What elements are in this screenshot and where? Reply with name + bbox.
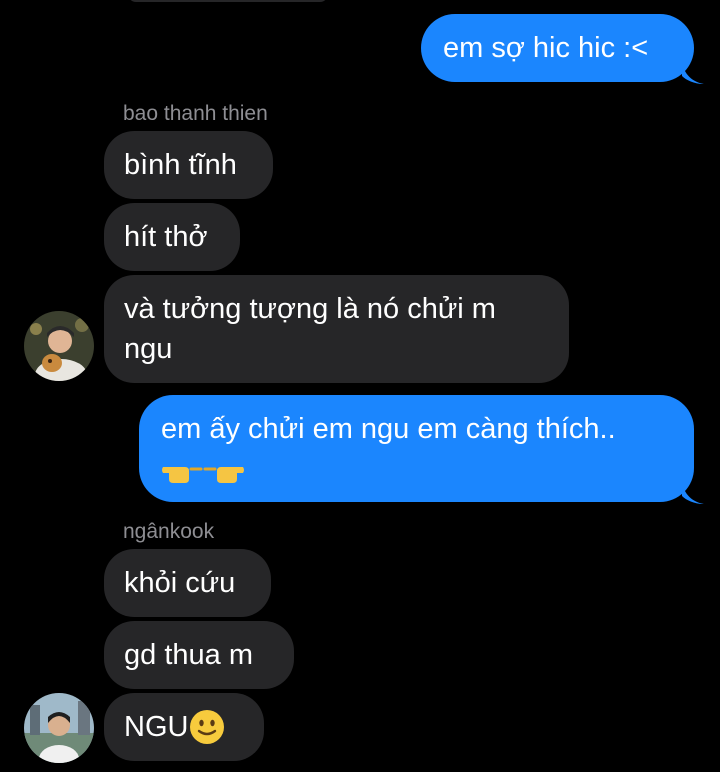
message-text: bình tĩnh: [124, 149, 237, 181]
bubble-tail: [682, 62, 704, 84]
incoming-message[interactable]: gd thua m: [104, 621, 294, 689]
outgoing-message[interactable]: em sợ hic hic :<: [421, 14, 694, 82]
message-text: em ấy chửi em ngu em càng thích..: [161, 413, 616, 445]
incoming-message[interactable]: bình tĩnh: [104, 131, 273, 199]
chat-screen: { "messages": [ {"direction":"outgoing",…: [0, 0, 720, 772]
slightly-smiling-face-icon: [190, 710, 225, 744]
message-text: khỏi cứu: [124, 567, 236, 599]
avatar-photo: [24, 693, 94, 763]
incoming-message[interactable]: NGU: [104, 693, 264, 761]
message-text-line: và tưởng tượng là nó chửi m: [124, 293, 496, 325]
incoming-message[interactable]: và tưởng tượng là nó chửi m ngu: [104, 275, 569, 383]
message-text: gd thua m: [124, 639, 253, 671]
message-text: NGU: [124, 711, 189, 743]
incoming-message[interactable]: khỏi cứu: [104, 549, 271, 617]
message-text-line: ngu: [124, 333, 173, 365]
backhand-pointing-hands-icon: [161, 449, 672, 485]
bubble-tail: [682, 482, 704, 504]
sender-avatar[interactable]: [24, 693, 94, 763]
sender-avatar[interactable]: [24, 311, 94, 381]
sender-name: bao thanh thien: [123, 102, 268, 125]
incoming-message[interactable]: hít thở: [104, 203, 240, 271]
sender-name: ngânkook: [123, 520, 215, 543]
message-text: hít thở: [124, 221, 208, 253]
previous-message-fragment: [128, 0, 328, 2]
avatar-photo: [24, 311, 94, 381]
message-text: em sợ hic hic :<: [443, 32, 649, 64]
outgoing-message[interactable]: em ấy chửi em ngu em càng thích..: [139, 395, 694, 502]
